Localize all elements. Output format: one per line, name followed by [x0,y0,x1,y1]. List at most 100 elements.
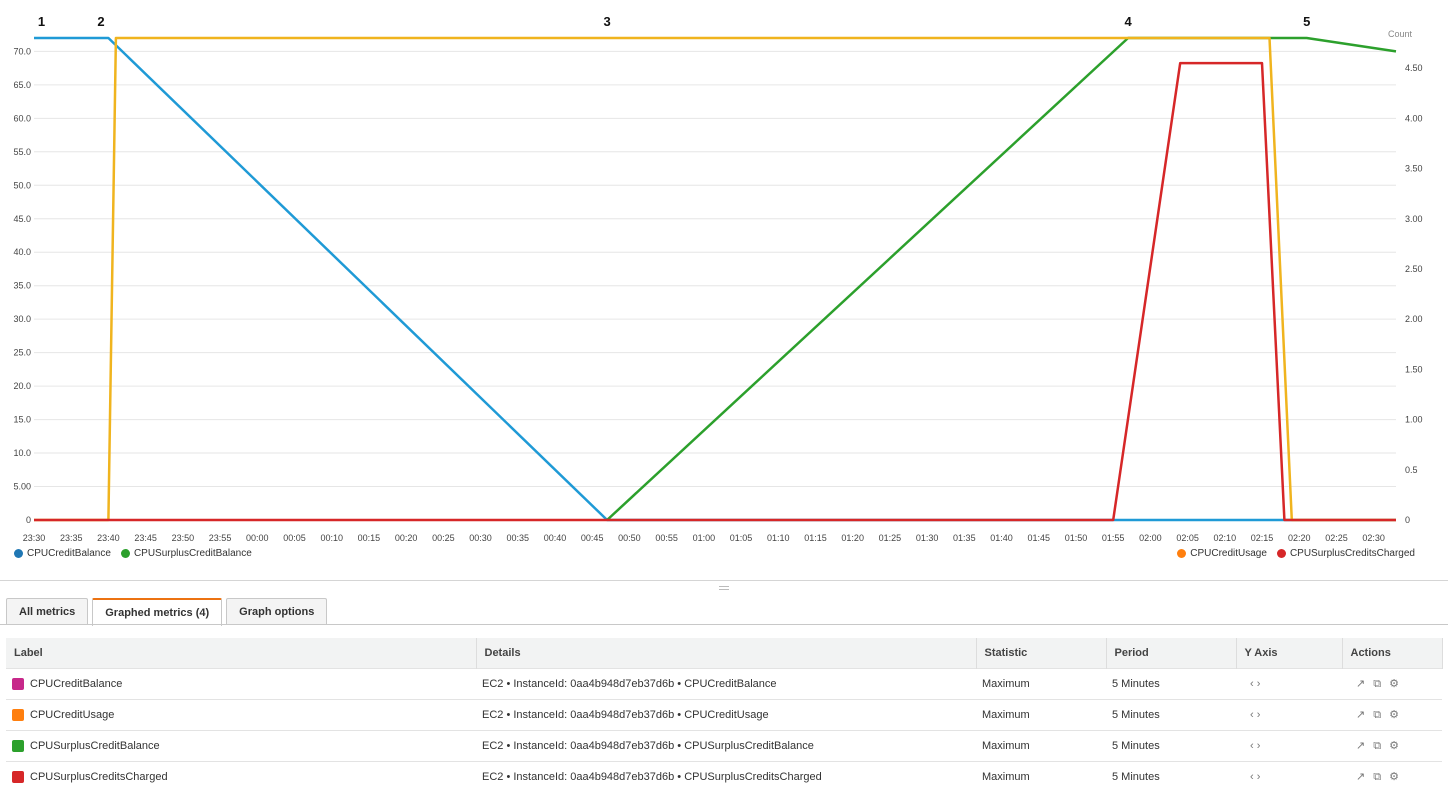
y2-tick-label: 3.50 [1405,164,1423,174]
series-label[interactable]: CPUCreditUsage [30,709,114,721]
x-tick-label: 01:55 [1102,533,1125,543]
row-statistic[interactable]: Maximum [976,731,1106,762]
row-details: EC2 • InstanceId: 0aa4b948d7eb37d6b • CP… [476,700,976,731]
row-y-axis[interactable]: ‹ › [1236,700,1342,731]
table-row[interactable]: CPUSurplusCreditsChargedEC2 • InstanceId… [6,762,1442,792]
legend-item[interactable]: CPUSurplusCreditsCharged [1277,548,1415,559]
y2-tick-label: 2.50 [1405,264,1423,274]
row-statistic[interactable]: Maximum [976,669,1106,700]
legend-label: CPUCreditBalance [27,548,111,559]
series-color-swatch[interactable] [12,740,24,752]
y-tick-label: 40.0 [13,247,31,257]
row-period[interactable]: 5 Minutes [1106,700,1236,731]
graph-icon[interactable]: ↗ [1356,708,1365,721]
graph-icon[interactable]: ↗ [1356,677,1365,690]
series-label[interactable]: CPUSurplusCreditsCharged [30,771,168,783]
legend-item[interactable]: CPUCreditBalance [14,548,111,559]
series-label[interactable]: CPUSurplusCreditBalance [30,740,160,752]
row-label-cell[interactable]: CPUSurplusCreditBalance [6,731,476,762]
x-tick-label: 00:15 [358,533,381,543]
x-tick-label: 00:20 [395,533,418,543]
row-actions: ↗ ⧉ ⚙ [1342,700,1442,731]
y-axis-switch-icon[interactable]: ‹ › [1250,709,1260,721]
x-tick-label: 00:40 [544,533,567,543]
y2-tick-label: 1.00 [1405,415,1423,425]
row-statistic[interactable]: Maximum [976,700,1106,731]
copy-icon[interactable]: ⧉ [1373,678,1381,691]
header-details[interactable]: Details [476,638,976,669]
row-y-axis[interactable]: ‹ › [1236,731,1342,762]
table-row[interactable]: CPUSurplusCreditBalanceEC2 • InstanceId:… [6,731,1442,762]
y-axis-switch-icon[interactable]: ‹ › [1250,771,1260,783]
x-tick-label: 01:30 [916,533,939,543]
metrics-line-chart: 05.0010.015.020.025.030.035.040.045.050.… [0,0,1448,575]
gear-icon[interactable]: ⚙ [1389,739,1399,752]
row-label-cell[interactable]: CPUSurplusCreditsCharged [6,762,476,792]
series-line-cpusurpluscreditscharged [34,63,1396,520]
copy-icon[interactable]: ⧉ [1373,771,1381,784]
right-axis-label: Count [1388,29,1413,39]
graph-icon[interactable]: ↗ [1356,739,1365,752]
tab-graphed-metrics[interactable]: Graphed metrics (4) [92,598,222,626]
series-color-swatch[interactable] [12,771,24,783]
y-axis-switch-icon[interactable]: ‹ › [1250,740,1260,752]
annotation-label: 3 [603,14,610,29]
tab-graph-options[interactable]: Graph options [226,598,327,625]
copy-icon[interactable]: ⧉ [1373,740,1381,753]
y-tick-label: 5.00 [13,482,31,492]
legend-swatch [1277,549,1286,558]
x-tick-label: 01:15 [804,533,827,543]
table-header-row: Label Details Statistic Period Y Axis Ac… [6,638,1442,669]
y2-tick-label: 1.50 [1405,364,1423,374]
row-label-cell[interactable]: CPUCreditBalance [6,669,476,700]
row-period[interactable]: 5 Minutes [1106,762,1236,792]
legend-item[interactable]: CPUSurplusCreditBalance [121,548,252,559]
legend-label: CPUCreditUsage [1190,548,1267,559]
row-period[interactable]: 5 Minutes [1106,669,1236,700]
x-tick-label: 00:45 [581,533,604,543]
y-tick-label: 45.0 [13,214,31,224]
legend-label: CPUSurplusCreditsCharged [1290,548,1415,559]
legend-item[interactable]: CPUCreditUsage [1177,548,1267,559]
row-actions: ↗ ⧉ ⚙ [1342,731,1442,762]
series-color-swatch[interactable] [12,709,24,721]
y-axis-switch-icon[interactable]: ‹ › [1250,678,1260,690]
x-tick-label: 01:10 [767,533,790,543]
row-statistic[interactable]: Maximum [976,762,1106,792]
x-tick-label: 23:50 [172,533,195,543]
row-period[interactable]: 5 Minutes [1106,731,1236,762]
y-tick-label: 55.0 [13,147,31,157]
x-tick-label: 00:25 [432,533,455,543]
panel-divider [0,580,1448,581]
legend-label: CPUSurplusCreditBalance [134,548,252,559]
header-label[interactable]: Label [6,638,476,669]
x-tick-label: 23:45 [134,533,157,543]
header-statistic[interactable]: Statistic [976,638,1106,669]
x-tick-label: 00:30 [469,533,492,543]
tab-all-metrics[interactable]: All metrics [6,598,88,625]
resize-handle[interactable] [719,586,729,590]
row-label-cell[interactable]: CPUCreditUsage [6,700,476,731]
legend-left: CPUCreditBalance CPUSurplusCreditBalance [14,548,252,559]
table-row[interactable]: CPUCreditUsage EC2 • InstanceId: 0aa4b948… [6,700,1442,731]
x-tick-label: 02:00 [1139,533,1162,543]
gear-icon[interactable]: ⚙ [1389,677,1399,690]
row-y-axis[interactable]: ‹ › [1236,762,1342,792]
row-actions: ↗⧉⚙ [1342,762,1442,792]
row-y-axis[interactable]: ‹ › [1236,669,1342,700]
y2-tick-label: 4.50 [1405,63,1423,73]
table-row[interactable]: CPUCreditBalanceEC2 • InstanceId: 0aa4b9… [6,669,1442,700]
x-tick-label: 01:25 [879,533,902,543]
copy-icon[interactable]: ⧉ [1373,709,1381,722]
y-tick-label: 65.0 [13,80,31,90]
y-tick-label: 50.0 [13,180,31,190]
x-tick-label: 01:40 [990,533,1013,543]
header-period[interactable]: Period [1106,638,1236,669]
header-y-axis[interactable]: Y Axis [1236,638,1342,669]
series-label[interactable]: CPUCreditBalance [30,678,122,690]
annotation-label: 2 [97,14,104,29]
y2-tick-label: 3.00 [1405,214,1423,224]
gear-icon[interactable]: ⚙ [1389,708,1399,721]
y2-tick-label: 2.00 [1405,314,1423,324]
series-color-swatch[interactable] [12,678,24,690]
